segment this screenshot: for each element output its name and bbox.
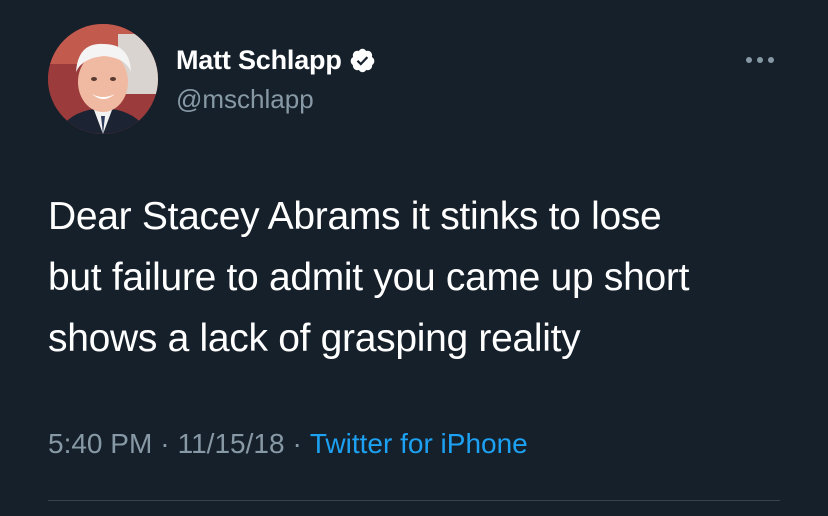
- tweet-time[interactable]: 5:40 PM: [48, 428, 152, 459]
- display-name[interactable]: Matt Schlapp: [176, 45, 342, 76]
- tweet-text-line: Dear Stacey Abrams it stinks to lose: [48, 195, 662, 238]
- dot: [757, 57, 763, 63]
- tweet-source-link[interactable]: Twitter for iPhone: [310, 428, 528, 459]
- author-name-row: Matt Schlapp: [176, 42, 376, 78]
- tweet-card: Matt Schlapp @mschlapp Dear Stacey Abram…: [0, 0, 828, 516]
- tweet-text-line: shows a lack of grasping reality: [48, 317, 581, 360]
- more-options-icon[interactable]: [740, 46, 780, 74]
- tweet-text: Dear Stacey Abrams it stinks to lose but…: [48, 186, 808, 369]
- separator: ·: [292, 428, 302, 459]
- dot: [768, 57, 774, 63]
- profile-photo: [48, 24, 158, 134]
- tweet-metadata: 5:40 PM · 11/15/18 · Twitter for iPhone: [48, 428, 528, 460]
- tweet-date[interactable]: 11/15/18: [178, 428, 285, 459]
- verified-badge-icon: [349, 47, 376, 74]
- dot: [746, 57, 752, 63]
- divider: [48, 500, 780, 501]
- separator: ·: [160, 428, 170, 459]
- tweet-text-line: but failure to admit you came up short: [48, 256, 690, 299]
- author-handle[interactable]: @mschlapp: [176, 84, 314, 115]
- avatar[interactable]: [48, 24, 158, 134]
